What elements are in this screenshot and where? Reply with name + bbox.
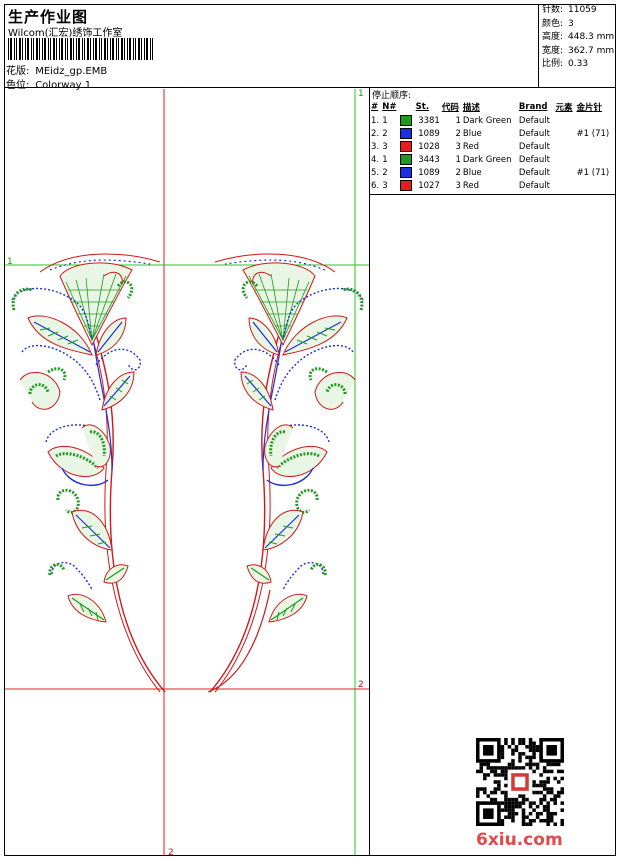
element (555, 153, 576, 166)
row-number: 3. (371, 141, 380, 152)
color-description: Red (462, 141, 480, 152)
stitch-count: 1089 (418, 167, 440, 178)
table-row: 1. 1 3381 1 Dark Green Default (370, 114, 614, 127)
needle-number: 1 (382, 154, 388, 165)
thread-brand: Default (518, 128, 550, 139)
color-code: 2 (455, 167, 461, 178)
needle-number: 2 (382, 167, 388, 178)
thread-brand: Default (518, 167, 550, 178)
color-description: Blue (462, 167, 482, 178)
color-swatch (399, 153, 414, 166)
color-swatch-box (400, 141, 413, 152)
stop-sequence-table: # N# St. 代码 描述 Brand 元素 金片针 1. 1 3381 1 Dark… (370, 100, 614, 192)
table-header-row: # N# St. 代码 描述 Brand 元素 金片针 (370, 100, 614, 114)
col-header: 描述 (462, 103, 480, 113)
watermark-text: 6xiu.com (476, 830, 563, 850)
color-description: Dark Green (462, 154, 512, 165)
needle-number: 3 (382, 141, 388, 152)
col-header: N# (382, 102, 397, 112)
color-swatch (399, 140, 414, 153)
row-number: 6. (371, 180, 380, 191)
color-description: Dark Green (462, 115, 512, 126)
color-swatch-box (400, 128, 413, 139)
stitch-count: 1027 (418, 180, 440, 191)
element (555, 114, 576, 127)
row-number: 1. (371, 115, 380, 126)
table-row: 6. 3 1027 3 Red Default (370, 179, 614, 192)
color-description: Blue (462, 128, 482, 139)
col-header: 金片针 (576, 103, 603, 113)
row-number: 4. (371, 154, 380, 165)
sequin: #1 (71) (576, 167, 610, 178)
guide-label-h1: 1 (7, 257, 13, 267)
stitch-count: 1028 (418, 141, 440, 152)
color-swatch (399, 166, 414, 179)
sequin (576, 179, 614, 192)
color-code: 3 (455, 141, 461, 152)
element (555, 166, 576, 179)
floral-motif-right (208, 252, 365, 694)
color-swatch (399, 179, 414, 192)
thread-brand: Default (518, 180, 550, 191)
thread-brand: Default (518, 115, 550, 126)
stitch-count: 1089 (418, 128, 440, 139)
col-header: # (371, 102, 379, 112)
col-header: 代码 (441, 103, 459, 113)
needle-number: 1 (382, 115, 388, 126)
color-code: 2 (455, 128, 461, 139)
col-header: St. (415, 102, 430, 112)
color-code: 1 (455, 115, 461, 126)
color-swatch-box (400, 167, 413, 178)
col-header: 元素 (555, 103, 573, 113)
element (555, 179, 576, 192)
table-row: 5. 2 1089 2 Blue Default #1 (71) (370, 166, 614, 179)
thread-brand: Default (518, 154, 550, 165)
floral-motif-left (11, 253, 166, 693)
guide-label-v1: 1 (358, 89, 364, 99)
table-divider (370, 194, 616, 195)
color-swatch (399, 127, 414, 140)
needle-number: 2 (382, 128, 388, 139)
table-row: 3. 3 1028 3 Red Default (370, 140, 614, 153)
sequin: #1 (71) (576, 128, 610, 139)
thread-brand: Default (518, 141, 550, 152)
color-description: Red (462, 180, 480, 191)
table-row: 2. 2 1089 2 Blue Default #1 (71) (370, 127, 614, 140)
color-code: 1 (455, 154, 461, 165)
stitch-count: 3381 (418, 115, 440, 126)
table-row: 4. 1 3443 1 Dark Green Default (370, 153, 614, 166)
color-swatch (399, 114, 414, 127)
col-header (399, 100, 414, 114)
color-swatch-box (400, 115, 413, 126)
element (555, 127, 576, 140)
color-swatch-box (400, 154, 413, 165)
sequin (576, 114, 614, 127)
element (555, 140, 576, 153)
sequin (576, 153, 614, 166)
guide-label-v2: 2 (168, 848, 174, 858)
color-swatch-box (400, 180, 413, 191)
col-header: Brand (518, 102, 548, 112)
stitch-count: 3443 (418, 154, 440, 165)
row-number: 5. (371, 167, 380, 178)
needle-number: 3 (382, 180, 388, 191)
color-code: 3 (455, 180, 461, 191)
qr-code (476, 738, 564, 826)
row-number: 2. (371, 128, 380, 139)
guide-label-h2: 2 (358, 680, 364, 690)
sequin (576, 140, 614, 153)
